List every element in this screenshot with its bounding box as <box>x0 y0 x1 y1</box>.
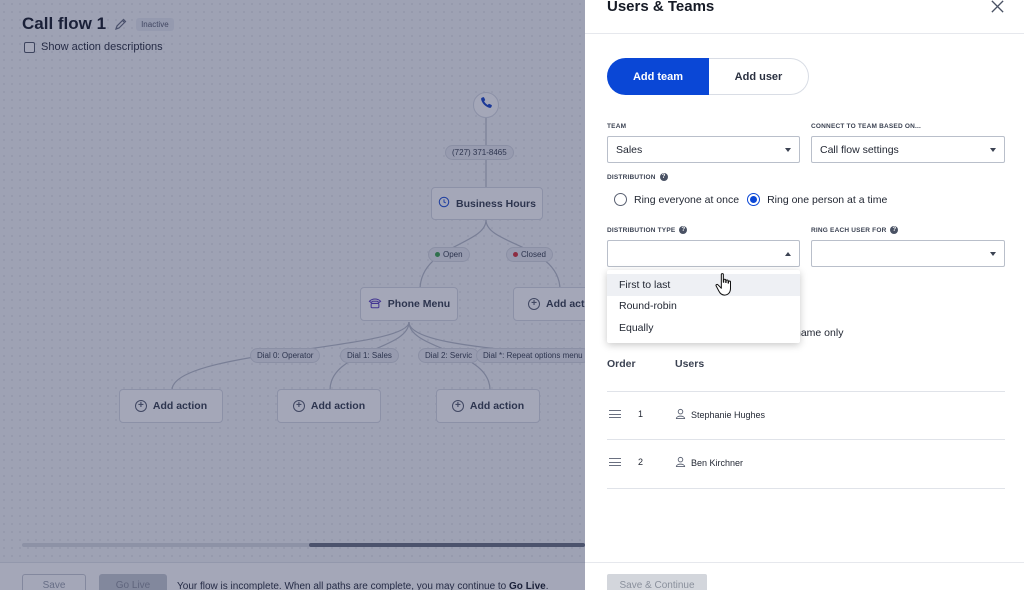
table-divider <box>607 439 1005 440</box>
radio-ring-everyone[interactable] <box>614 193 627 206</box>
column-header-users: Users <box>675 358 705 370</box>
distribution-radio-group: Ring everyone at once Ring one person at… <box>614 193 895 206</box>
ring-each-select[interactable] <box>811 240 1005 267</box>
table-divider <box>607 488 1005 489</box>
user-name: Ben Kirchner <box>691 457 744 468</box>
partial-option-text: name only <box>795 327 844 339</box>
row-user: Stephanie Hughes <box>675 408 765 421</box>
dropdown-option-equally[interactable]: Equally <box>607 317 800 339</box>
save-continue-button[interactable]: Save & Continue <box>607 574 707 590</box>
panel-title: Users & Teams <box>607 0 715 15</box>
help-icon[interactable]: ? <box>890 226 899 234</box>
radio-ring-one[interactable] <box>747 193 761 206</box>
connect-select[interactable]: Call flow settings <box>811 136 1005 163</box>
hand-cursor-icon <box>714 272 736 303</box>
user-icon <box>675 408 686 421</box>
team-label: Team <box>607 123 627 130</box>
users-teams-panel: Users & Teams Add team Add user Team Sal… <box>585 0 1024 590</box>
row-user: Ben Kirchner <box>675 456 743 469</box>
row-order: 2 <box>638 457 644 467</box>
dropdown-option-round-robin[interactable]: Round-robin <box>607 296 800 318</box>
connect-select-value: Call flow settings <box>820 143 899 156</box>
chevron-down-icon <box>990 252 996 256</box>
drag-handle-icon[interactable] <box>609 458 621 466</box>
radio-ring-everyone-label[interactable]: Ring everyone at once <box>634 194 739 206</box>
add-mode-toggle: Add team Add user <box>607 58 809 95</box>
user-name: Stephanie Hughes <box>691 409 766 420</box>
dropdown-option-first-to-last[interactable]: First to last <box>607 274 800 296</box>
add-user-tab[interactable]: Add user <box>709 58 809 95</box>
team-select-value: Sales <box>616 143 643 156</box>
distribution-label: Distribution? <box>607 173 668 181</box>
help-icon[interactable]: ? <box>679 226 688 234</box>
user-icon <box>675 456 686 469</box>
close-icon <box>990 0 1005 19</box>
panel-divider <box>585 33 1024 34</box>
chevron-down-icon <box>990 148 996 152</box>
column-header-order: Order <box>607 358 636 370</box>
help-icon[interactable]: ? <box>659 173 668 181</box>
row-order: 1 <box>638 409 644 419</box>
connect-label: Connect to team based on... <box>811 123 922 130</box>
distribution-type-select[interactable] <box>607 240 800 267</box>
team-select[interactable]: Sales <box>607 136 800 163</box>
panel-footer: Save & Continue <box>585 562 1024 590</box>
modal-overlay[interactable] <box>0 0 585 590</box>
distribution-type-label: Distribution type? <box>607 226 688 234</box>
flow-canvas[interactable]: Call flow 1 Inactive Show action descrip… <box>0 0 585 590</box>
chevron-up-icon <box>785 252 791 256</box>
add-team-tab[interactable]: Add team <box>607 58 709 95</box>
table-divider <box>607 391 1005 392</box>
drag-handle-icon[interactable] <box>609 410 621 418</box>
close-button[interactable] <box>988 0 1006 18</box>
chevron-down-icon <box>785 148 791 152</box>
radio-ring-one-label[interactable]: Ring one person at a time <box>767 194 887 206</box>
distribution-type-dropdown: First to last Round-robin Equally <box>607 270 800 343</box>
ring-each-label: Ring each user for? <box>811 226 899 234</box>
